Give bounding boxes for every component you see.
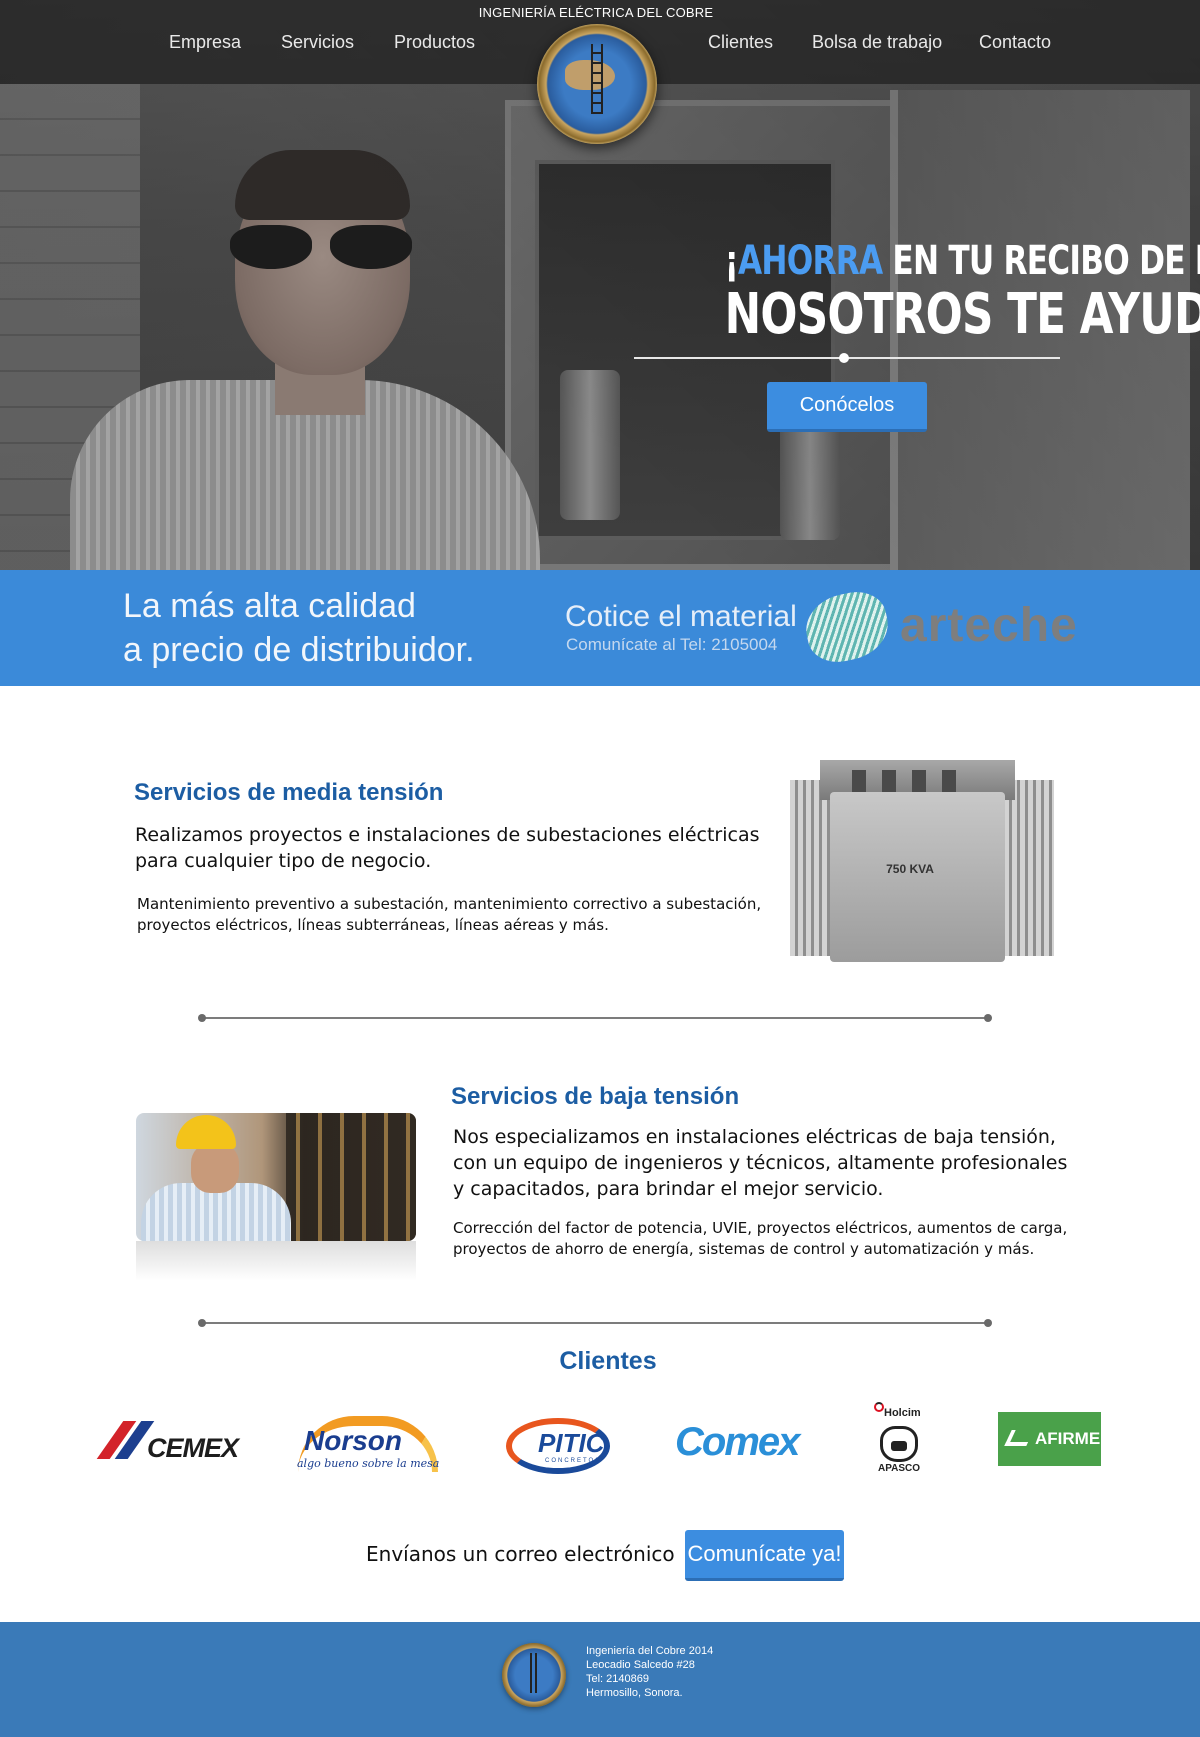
- quality-slogan-line2: a precio de distribuidor.: [123, 631, 475, 669]
- nav-clientes[interactable]: Clientes: [708, 32, 773, 53]
- cemex-logo[interactable]: CEMEX: [147, 1433, 239, 1464]
- hero-banner: INGENIERÍA ELÉCTRICA DEL COBRE Empresa S…: [0, 0, 1200, 570]
- nav-empresa[interactable]: Empresa: [169, 32, 241, 53]
- medium-voltage-detail: Mantenimiento preventivo a subestación, …: [137, 894, 761, 936]
- site-name: INGENIERÍA ELÉCTRICA DEL COBRE: [478, 5, 714, 20]
- nav-contacto[interactable]: Contacto: [979, 32, 1051, 53]
- clients-title: Clientes: [559, 1347, 657, 1375]
- norson-tagline: algo bueno sobre la mesa: [297, 1457, 440, 1470]
- promo-band: La más alta calidad a precio de distribu…: [0, 570, 1200, 686]
- comex-logo[interactable]: Comex: [675, 1420, 800, 1465]
- hero-divider: [634, 353, 1060, 363]
- quality-slogan: La más alta calidad a precio de distribu…: [123, 584, 475, 672]
- low-detail-line1: Corrección del factor de potencia, UVIE,…: [453, 1219, 1068, 1237]
- medium-detail-line2: proyectos eléctricos, líneas subterránea…: [137, 916, 609, 934]
- pitic-subtitle: CONCRETOS: [545, 1458, 602, 1464]
- footer-address: Leocadio Salcedo #28: [586, 1659, 695, 1671]
- apasco-bulldog-icon: [880, 1426, 918, 1462]
- quality-slogan-line1: La más alta calidad: [123, 587, 416, 625]
- headline-line2: NOSOTROS TE AYUDAMOS: [724, 282, 1200, 347]
- nav-servicios[interactable]: Servicios: [281, 32, 354, 53]
- low-voltage-lead: Nos especializamos en instalaciones eléc…: [453, 1124, 1067, 1202]
- logo-tower-icon: [591, 44, 603, 114]
- low-lead-line3: y capacitados, para brindar el mejor ser…: [453, 1178, 884, 1200]
- medium-voltage-title: Servicios de media tensión: [134, 779, 444, 806]
- footer-logo[interactable]: [502, 1643, 566, 1707]
- hero-headline: ¡AHORRA EN TU RECIBO DE LUZ! NOSOTROS TE…: [630, 238, 1200, 347]
- apasco-logo[interactable]: APASCO: [878, 1463, 920, 1474]
- nav-bolsa-de-trabajo[interactable]: Bolsa de trabajo: [812, 32, 942, 53]
- afirme-mark-icon: [1004, 1430, 1034, 1446]
- medium-lead-line2: para cualquier tipo de negocio.: [135, 850, 432, 872]
- nav-productos[interactable]: Productos: [394, 32, 475, 53]
- company-logo[interactable]: [537, 24, 657, 144]
- low-detail-line2: proyectos de ahorro de energía, sistemas…: [453, 1240, 1035, 1258]
- arteche-logo-icon: [800, 586, 894, 668]
- page-root: INGENIERÍA ELÉCTRICA DEL COBRE Empresa S…: [0, 0, 1200, 1737]
- conocelos-button[interactable]: Conócelos: [767, 382, 927, 432]
- afirme-logo[interactable]: AFIRME: [998, 1412, 1101, 1466]
- quote-title: Cotice el material: [565, 600, 797, 633]
- hard-hat-icon: [176, 1115, 236, 1149]
- headline-line1-rest: EN TU RECIBO DE LUZ!: [892, 238, 1200, 284]
- transformer-rating-label: 750 KVA: [886, 862, 934, 876]
- quote-phone: Comunícate al Tel: 2105004: [566, 635, 778, 654]
- footer-contact-info: Ingeniería del Cobre 2014 Leocadio Salce…: [586, 1644, 713, 1700]
- footer-phone: Tel: 2140869: [586, 1673, 649, 1685]
- norson-logo[interactable]: Norson: [304, 1425, 402, 1457]
- headline-highlight: AHORRA: [738, 238, 883, 284]
- logo-map-graphic: [565, 60, 615, 90]
- footer-city: Hermosillo, Sonora.: [586, 1687, 683, 1699]
- holcim-logo-icon: [874, 1402, 884, 1412]
- low-voltage-detail: Corrección del factor de potencia, UVIE,…: [453, 1218, 1067, 1260]
- section-divider: [198, 1014, 992, 1022]
- footer-company: Ingeniería del Cobre 2014: [586, 1645, 714, 1657]
- transformer-image: 750 KVA: [790, 752, 1054, 970]
- holcim-logo[interactable]: Holcim: [884, 1407, 921, 1419]
- arteche-logo-text: arteche: [900, 599, 1078, 652]
- comunicate-button[interactable]: Comunícate ya!: [685, 1530, 844, 1581]
- footer-logo-tower-icon: [530, 1653, 537, 1693]
- medium-detail-line1: Mantenimiento preventivo a subestación, …: [137, 895, 762, 913]
- photo-reflection: [136, 1241, 416, 1281]
- afirme-logo-text: AFIRME: [1035, 1429, 1101, 1448]
- low-lead-line2: con un equipo de ingenieros y técnicos, …: [453, 1152, 1068, 1174]
- electrician-photo: [136, 1113, 416, 1241]
- low-voltage-title: Servicios de baja tensión: [451, 1083, 740, 1110]
- medium-voltage-lead: Realizamos proyectos e instalaciones de …: [135, 822, 760, 874]
- pitic-logo[interactable]: PITIC: [538, 1428, 604, 1459]
- section-divider: [198, 1319, 992, 1327]
- low-lead-line1: Nos especializamos en instalaciones eléc…: [453, 1126, 1056, 1148]
- headline-open-mark: ¡: [724, 238, 739, 284]
- medium-lead-line1: Realizamos proyectos e instalaciones de …: [135, 824, 760, 846]
- email-cta-text: Envíanos un correo electrónico: [366, 1542, 675, 1566]
